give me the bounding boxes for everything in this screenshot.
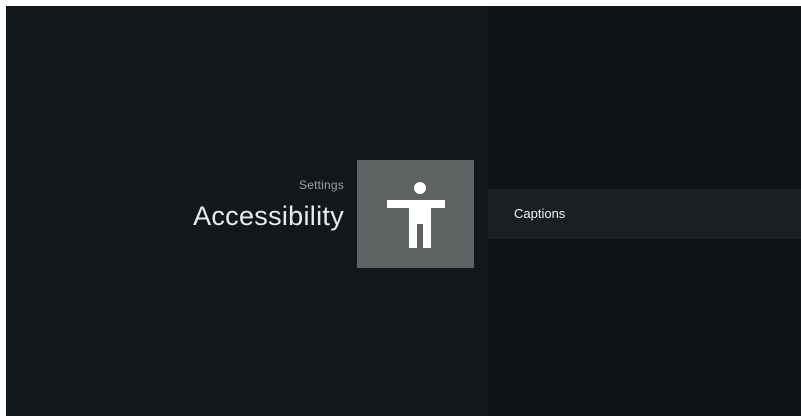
accessibility-icon [387,182,445,248]
page-title: Accessibility [193,201,344,231]
menu-item-label: Captions [514,206,566,221]
accessibility-icon-tile [357,160,474,268]
tv-settings-screen: Settings Accessibility Captions [6,6,801,416]
header-pane: Settings Accessibility [6,6,488,416]
menu-item-captions[interactable]: Captions [488,189,801,239]
breadcrumb: Settings [299,178,344,192]
